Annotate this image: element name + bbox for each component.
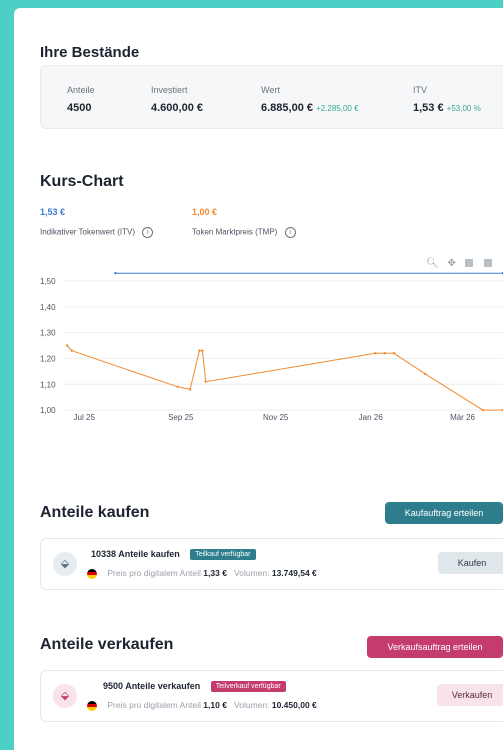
partial-sell-badge: Teilverkauf verfügbar xyxy=(210,681,286,693)
worth-change: +2.285,00 € xyxy=(316,104,359,113)
sell-card-title-row: 9500 Anteile verkaufen Teilverkauf verfü… xyxy=(103,681,286,693)
tmp-point xyxy=(383,352,386,355)
create-buy-order-button[interactable]: Kaufauftrag erteilen xyxy=(385,502,503,524)
y-tick-label: 1,00 xyxy=(40,406,56,415)
buy-section-title: Anteile kaufen xyxy=(40,504,150,521)
tmp-point xyxy=(201,349,204,352)
sell-volume-value: 10.450,00 € xyxy=(271,700,317,710)
buy-card-title-row: 10338 Anteile kaufen Teilkauf verfügbar xyxy=(91,549,256,561)
y-tick-label: 1,20 xyxy=(40,354,56,363)
buy-order-card: ⬙ 10338 Anteile kaufen Teilkauf verfügba… xyxy=(40,538,503,590)
tmp-point xyxy=(198,349,201,352)
germany-flag-icon xyxy=(87,568,97,579)
itv-chart-value: 1,53 € xyxy=(40,207,66,217)
kurs-chart-title: Kurs-Chart xyxy=(40,173,124,190)
price-chart[interactable]: 1,50 1,40 1,30 1,20 1,10 1,00 Jul 25 Sep 25 Nov … xyxy=(14,268,503,428)
tmp-point xyxy=(392,352,396,355)
itv-legend: Indikativer Tokenwert (ITV) i xyxy=(40,227,154,238)
tmp-point xyxy=(481,408,484,412)
buy-volume-value: 13.749,54 € xyxy=(271,568,317,578)
tmp-legend: Token Marktpreis (TMP) i xyxy=(192,227,296,238)
x-tick-label: Jul 25 xyxy=(74,413,96,422)
itv-point xyxy=(114,271,117,275)
worth-value-row: 6.885,00 € +2.285,00 € xyxy=(261,102,359,114)
x-tick-label: Jan 26 xyxy=(359,413,384,422)
tmp-point xyxy=(188,388,192,391)
create-sell-order-button[interactable]: Verkaufsauftrag erteilen xyxy=(367,636,503,658)
worth-label: Wert xyxy=(261,85,280,95)
tmp-legend-label: Token Marktpreis (TMP) xyxy=(192,227,278,237)
germany-flag-icon xyxy=(87,700,97,711)
holdings-card: Anteile 4500 Investiert 4.600,00 € Wert … xyxy=(40,65,503,129)
sell-card-title: 9500 Anteile verkaufen xyxy=(103,681,201,691)
buy-price-line: Preis pro digitalem Anteil 1,33 € Volume… xyxy=(87,568,317,579)
sell-section-title: Anteile verkaufen xyxy=(40,636,174,653)
y-tick-label: 1,50 xyxy=(40,277,56,286)
x-tick-label: Nov 25 xyxy=(263,413,289,422)
worth-value: 6.885,00 € xyxy=(261,102,313,114)
buy-price-label: Preis pro digitalem Anteil xyxy=(107,568,201,578)
main-panel: Ihre Bestände Anteile 4500 Investiert 4.… xyxy=(14,8,503,750)
tmp-point xyxy=(65,344,69,347)
tmp-point xyxy=(204,380,207,383)
shares-label: Anteile xyxy=(67,85,95,95)
info-icon[interactable]: i xyxy=(142,227,154,238)
buy-volume-label: Volumen: xyxy=(234,568,270,578)
itv-value: 1,53 € xyxy=(413,102,444,114)
zoom-out-square-icon[interactable] xyxy=(484,259,493,268)
sell-price-label: Preis pro digitalem Anteil xyxy=(107,700,201,710)
sell-token-icon: ⬙ xyxy=(53,684,77,708)
partial-buy-badge: Teilkauf verfügbar xyxy=(190,549,256,561)
buy-button[interactable]: Kaufen xyxy=(438,552,503,574)
y-tick-label: 1,10 xyxy=(40,380,56,389)
tmp-point xyxy=(423,372,427,376)
tmp-point xyxy=(70,349,73,352)
itv-legend-label: Indikativer Tokenwert (ITV) xyxy=(40,227,135,237)
invested-value: 4.600,00 € xyxy=(151,102,203,114)
zoom-in-square-icon[interactable] xyxy=(464,259,473,268)
itv-value-row: 1,53 € +53,00 % xyxy=(413,102,481,114)
tmp-chart-value: 1,00 € xyxy=(192,207,218,217)
buy-token-icon: ⬙ xyxy=(53,552,77,576)
sell-price-line: Preis pro digitalem Anteil 1,10 € Volume… xyxy=(87,700,317,711)
info-icon[interactable]: i xyxy=(284,227,296,238)
x-tick-label: Mär 26 xyxy=(450,413,475,422)
buy-price-value: 1,33 € xyxy=(203,568,227,578)
x-tick-label: Sep 25 xyxy=(168,413,194,422)
tmp-point xyxy=(176,385,179,389)
invested-label: Investiert xyxy=(151,85,188,95)
sell-volume-label: Volumen: xyxy=(234,700,270,710)
y-tick-label: 1,30 xyxy=(40,329,56,338)
holdings-title: Ihre Bestände xyxy=(40,44,140,61)
tmp-series-line xyxy=(66,345,503,411)
sell-order-card: ⬙ 9500 Anteile verkaufen Teilverkauf ver… xyxy=(40,670,503,722)
tmp-point xyxy=(374,352,377,355)
buy-card-title: 10338 Anteile kaufen xyxy=(91,549,180,559)
shares-value: 4500 xyxy=(67,102,92,114)
sell-button[interactable]: Verkaufen xyxy=(437,684,503,706)
itv-change: +53,00 % xyxy=(446,104,481,113)
sell-price-value: 1,10 € xyxy=(203,700,227,710)
y-tick-label: 1,40 xyxy=(40,303,56,312)
itv-label: ITV xyxy=(413,85,428,95)
